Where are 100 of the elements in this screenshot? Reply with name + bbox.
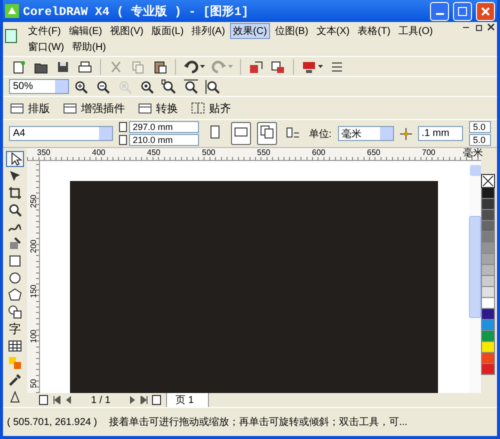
pick-tool[interactable] bbox=[6, 151, 24, 167]
undo-icon bbox=[183, 58, 199, 74]
ruler-label: 400 bbox=[92, 148, 106, 157]
next-page-icon[interactable] bbox=[128, 396, 136, 404]
no-color-swatch-icon[interactable] bbox=[481, 174, 495, 188]
paper-size-dropdown[interactable]: A4 bbox=[9, 126, 113, 141]
color-swatch[interactable] bbox=[481, 353, 495, 364]
menu-item[interactable]: 视图(V) bbox=[107, 23, 146, 39]
color-swatch[interactable] bbox=[481, 298, 495, 309]
close-button[interactable] bbox=[476, 2, 495, 20]
orientation-button[interactable] bbox=[230, 122, 251, 145]
menu-item[interactable]: 文件(F) bbox=[25, 23, 64, 39]
paste-icon bbox=[152, 58, 168, 74]
new-icon bbox=[11, 58, 27, 74]
all-pages-icon bbox=[258, 124, 275, 140]
menu-item[interactable]: 编辑(E) bbox=[66, 23, 106, 39]
previous-page-icon[interactable] bbox=[65, 396, 73, 404]
table-tool[interactable] bbox=[6, 338, 24, 354]
color-swatch[interactable] bbox=[481, 287, 495, 298]
color-swatch[interactable] bbox=[481, 265, 495, 276]
color-swatch[interactable] bbox=[481, 188, 495, 199]
color-swatch[interactable] bbox=[481, 199, 495, 210]
interactive-fill-icon bbox=[7, 355, 23, 371]
maximize-button[interactable] bbox=[453, 2, 472, 20]
units-dropdown[interactable]: 毫米 bbox=[338, 126, 394, 141]
crop-icon bbox=[7, 185, 23, 201]
restore-icon[interactable] bbox=[475, 23, 483, 31]
zoom-level-dropdown[interactable]: 50% bbox=[9, 79, 69, 94]
plugin-toolbar-button[interactable]: 贴齐 bbox=[190, 100, 241, 116]
color-swatch[interactable] bbox=[481, 276, 495, 287]
height-icon bbox=[118, 135, 127, 145]
window-title: CorelDRAW X4 ( 专业版 ) - [图形1] bbox=[23, 4, 250, 20]
color-swatch[interactable] bbox=[481, 364, 495, 375]
export-icon bbox=[270, 58, 286, 74]
caret-icon bbox=[318, 65, 323, 68]
plugin-toolbar-button[interactable]: 增强插件 bbox=[62, 100, 135, 116]
duplicate-x-field[interactable]: 5.0 bbox=[469, 121, 491, 133]
page-width-field[interactable]: 297.0 mm bbox=[128, 121, 199, 133]
menu-item[interactable]: 排列(A) bbox=[188, 23, 228, 39]
first-page-icon[interactable] bbox=[53, 396, 61, 404]
color-swatch[interactable] bbox=[481, 342, 495, 353]
polygon-tool[interactable] bbox=[6, 287, 24, 303]
add-page-icon[interactable] bbox=[39, 395, 49, 405]
document-icon bbox=[5, 29, 17, 43]
close-icon[interactable] bbox=[487, 23, 495, 31]
color-swatch[interactable] bbox=[481, 221, 495, 232]
polygon-icon bbox=[7, 287, 23, 303]
last-page-icon[interactable] bbox=[140, 396, 148, 404]
ruler-label: 450 bbox=[147, 148, 160, 157]
crop-tool[interactable] bbox=[6, 185, 24, 201]
plugin-toolbar-button[interactable]: 排版 bbox=[9, 100, 60, 116]
minimize-button[interactable] bbox=[430, 2, 449, 20]
plugin-toolbar-button[interactable]: 转换 bbox=[137, 100, 188, 116]
menu-item[interactable]: 工具(O) bbox=[395, 23, 436, 39]
zoom-out-icon bbox=[95, 78, 111, 94]
redo-icon bbox=[211, 58, 227, 74]
menu-item[interactable]: 版面(L) bbox=[148, 23, 187, 39]
zoom-height-icon bbox=[205, 78, 221, 94]
app-logo-icon bbox=[5, 4, 19, 18]
color-swatch[interactable] bbox=[481, 210, 495, 221]
import-icon bbox=[248, 58, 264, 74]
color-swatch[interactable] bbox=[481, 320, 495, 331]
zoom-button[interactable] bbox=[181, 76, 201, 96]
nudge-field[interactable]: .1 mm bbox=[418, 126, 463, 141]
basic-shapes-tool[interactable] bbox=[6, 304, 24, 320]
cursor-coordinates: ( 505.701, 261.924 ) bbox=[7, 416, 98, 428]
print-icon bbox=[77, 58, 93, 74]
page-layout-button[interactable] bbox=[256, 122, 277, 145]
menu-item[interactable]: 窗口(W) bbox=[25, 39, 68, 55]
ruler-label: 350 bbox=[37, 148, 50, 157]
ruler-label: 200 bbox=[28, 240, 38, 253]
close-icon bbox=[481, 6, 490, 16]
menu-item[interactable]: 位图(B) bbox=[272, 23, 312, 39]
zoom-page-icon bbox=[161, 78, 177, 94]
menu-item[interactable]: 效果(C) bbox=[230, 23, 270, 39]
minimize-icon bbox=[436, 13, 444, 15]
menu-item[interactable]: 文本(X) bbox=[313, 23, 353, 39]
ruler-label: 700 bbox=[422, 148, 436, 157]
text-tool[interactable]: 字 bbox=[6, 321, 24, 337]
zoom-in-icon bbox=[73, 78, 89, 94]
ruler-label: 100 bbox=[28, 330, 38, 343]
menu-item[interactable]: 帮助(H) bbox=[69, 39, 109, 55]
color-swatch[interactable] bbox=[481, 232, 495, 243]
color-swatch[interactable] bbox=[481, 243, 495, 254]
eyedropper-icon bbox=[7, 372, 23, 388]
color-swatch[interactable] bbox=[481, 331, 495, 342]
add-page-icon[interactable] bbox=[152, 395, 162, 405]
ruler-label: 600 bbox=[312, 148, 326, 157]
smart-fill-icon bbox=[7, 236, 23, 252]
rectangle-icon bbox=[7, 253, 23, 269]
duplicate-y-field[interactable]: 5.0 bbox=[469, 134, 491, 146]
menu-item[interactable]: 表格(T) bbox=[354, 23, 394, 39]
zoom-all-icon bbox=[139, 78, 155, 94]
color-swatch[interactable] bbox=[481, 309, 495, 320]
color-swatch[interactable] bbox=[481, 254, 495, 265]
page-tab[interactable]: 页 1 bbox=[166, 392, 209, 407]
drawing-canvas[interactable] bbox=[40, 161, 469, 393]
page-counter: 1 / 1 bbox=[91, 394, 110, 406]
scrollbar-thumb[interactable] bbox=[469, 216, 481, 318]
page-height-field[interactable]: 210.0 mm bbox=[128, 134, 199, 146]
